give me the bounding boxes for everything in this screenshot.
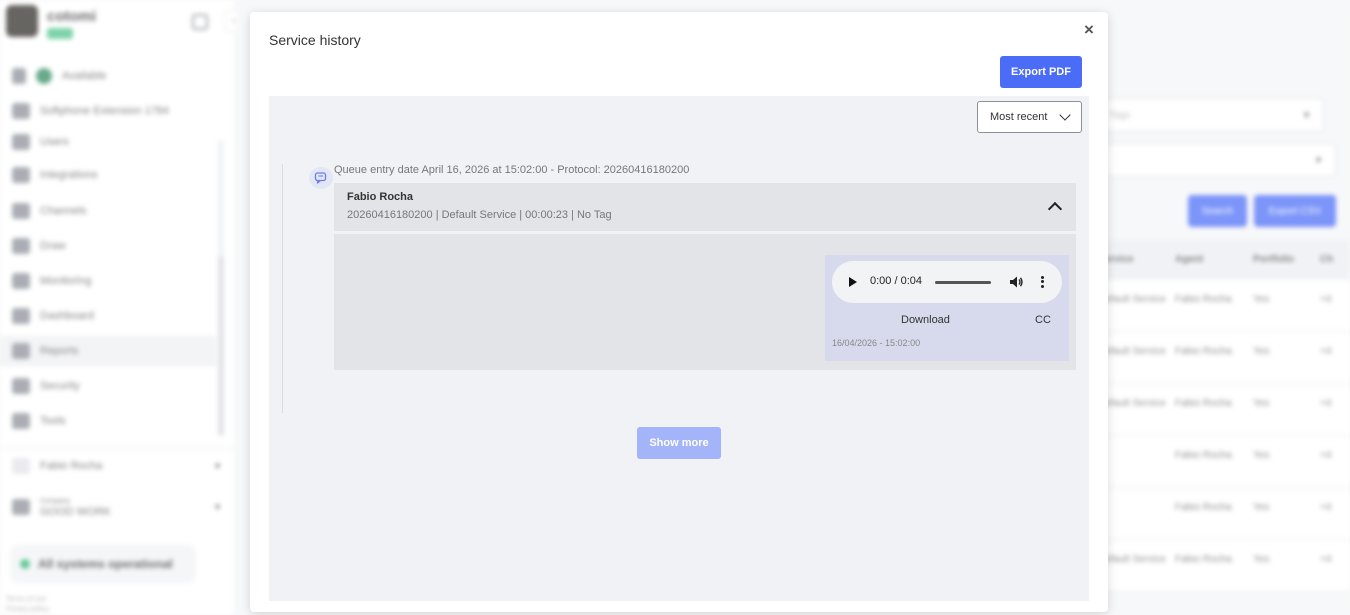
audio-time: 0:00 / 0:04 bbox=[870, 275, 922, 287]
agent-name: Fabio Rocha bbox=[347, 191, 414, 203]
audio-message: 0:00 / 0:04 Download CC 16/04/2026 - 15:… bbox=[825, 255, 1069, 361]
download-link[interactable]: Download bbox=[901, 314, 950, 326]
audio-player[interactable]: 0:00 / 0:04 bbox=[832, 261, 1062, 303]
message-timestamp: 16/04/2026 - 15:02:00 bbox=[832, 338, 921, 348]
service-history-modal: Service history × Export PDF Most recent… bbox=[250, 12, 1108, 612]
service-meta: 20260416180200 | Default Service | 00:00… bbox=[347, 209, 612, 221]
sort-select[interactable]: Most recent bbox=[977, 101, 1082, 133]
play-icon[interactable] bbox=[849, 277, 857, 287]
sort-select-value: Most recent bbox=[990, 111, 1048, 123]
export-pdf-button[interactable]: Export PDF bbox=[1000, 56, 1082, 88]
volume-icon[interactable] bbox=[1008, 274, 1024, 290]
service-card[interactable]: Fabio Rocha 20260416180200 | Default Ser… bbox=[334, 183, 1076, 231]
show-more-button[interactable]: Show more bbox=[637, 427, 721, 459]
more-options-icon[interactable] bbox=[1039, 274, 1045, 290]
close-icon[interactable]: × bbox=[1081, 21, 1097, 39]
audio-seek-bar[interactable] bbox=[935, 281, 991, 284]
history-panel: Most recent Queue entry date April 16, 2… bbox=[269, 96, 1089, 601]
chevron-down-icon bbox=[1059, 109, 1071, 121]
chat-icon bbox=[309, 167, 333, 189]
chevron-up-icon[interactable] bbox=[1047, 201, 1063, 217]
modal-title: Service history bbox=[269, 32, 361, 48]
timeline-line bbox=[282, 164, 283, 413]
conversation-area: 0:00 / 0:04 Download CC 16/04/2026 - 15:… bbox=[334, 234, 1076, 370]
captions-button[interactable]: CC bbox=[1035, 314, 1051, 326]
queue-entry-header: Queue entry date April 16, 2026 at 15:02… bbox=[334, 164, 690, 176]
